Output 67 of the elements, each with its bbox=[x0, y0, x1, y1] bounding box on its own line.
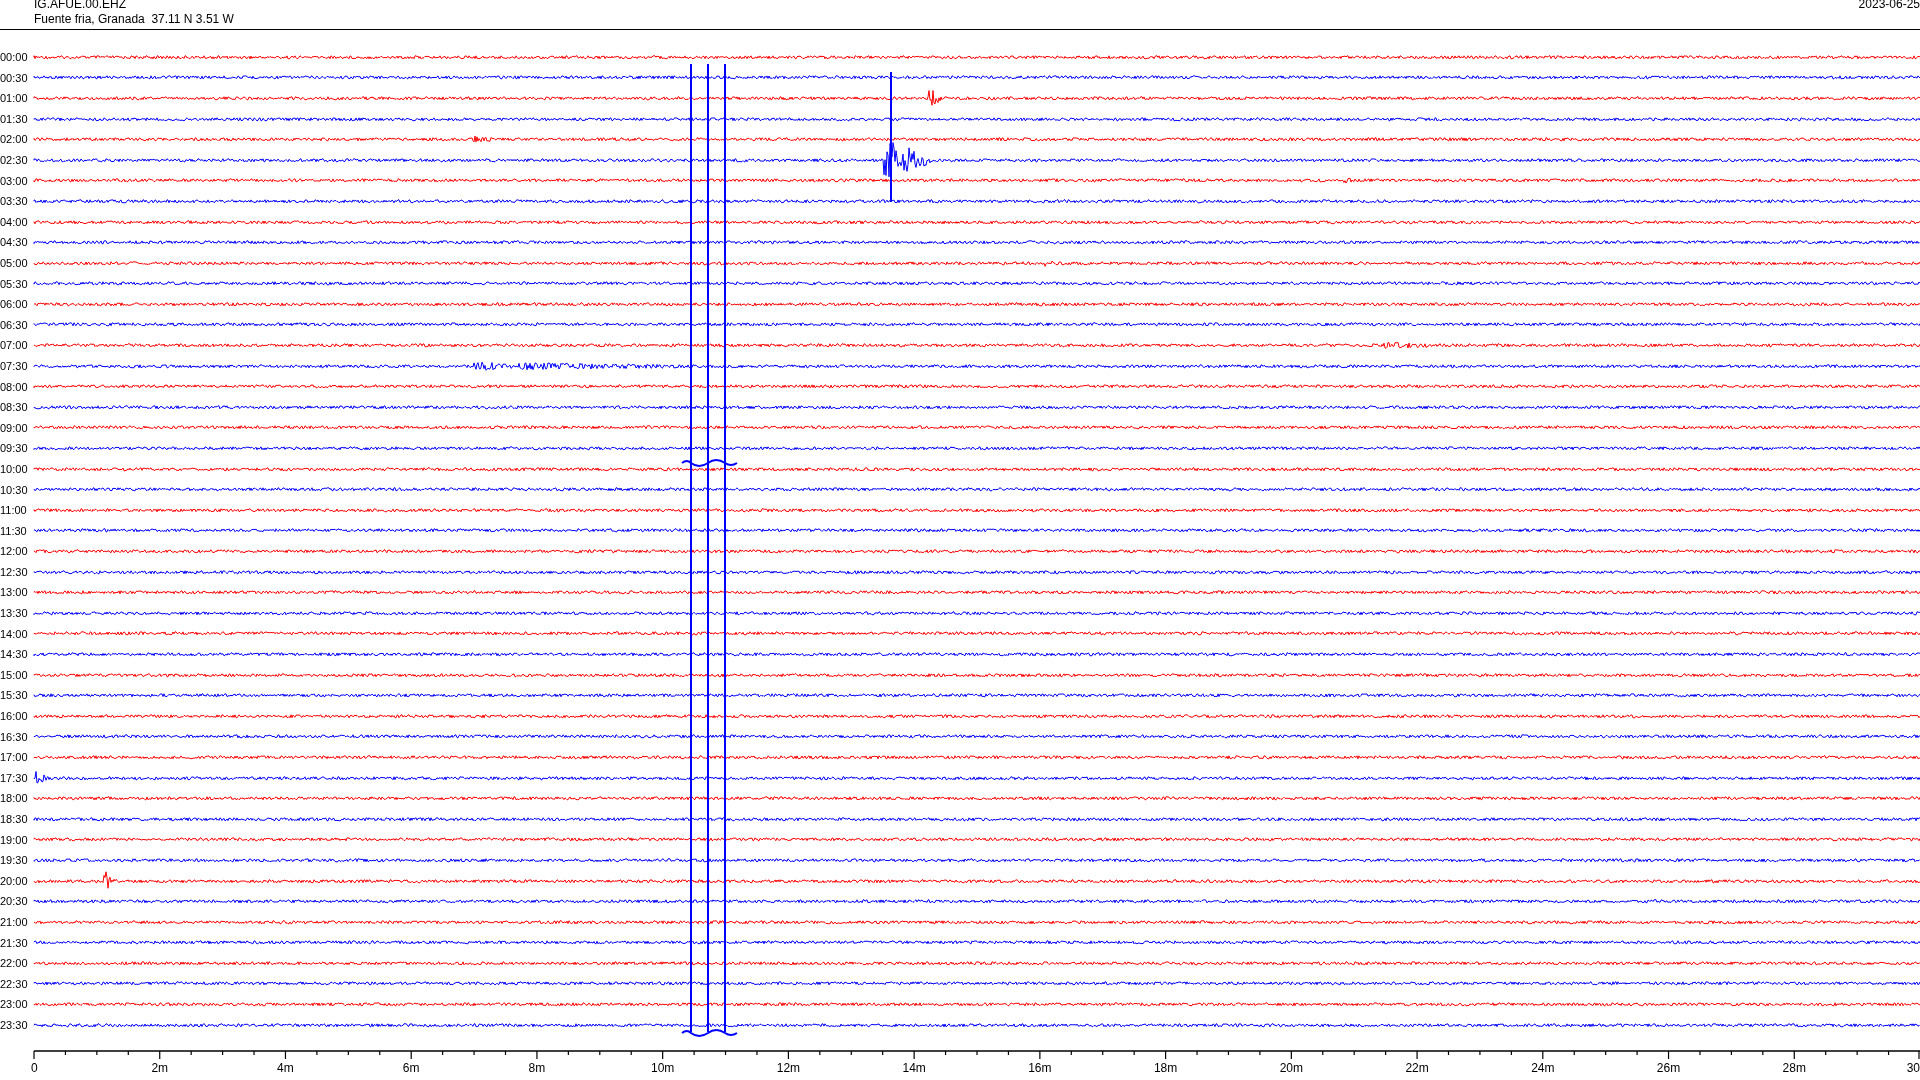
plot-date: 2023-06-25 bbox=[1858, 0, 1920, 13]
row-time-label: 04:30 bbox=[0, 236, 29, 249]
row-time-label: 23:00 bbox=[0, 998, 29, 1011]
row-time-label: 15:00 bbox=[0, 668, 29, 681]
axis-tick-label: 12m bbox=[776, 1061, 801, 1076]
axis-tick-label: 26m bbox=[1656, 1061, 1681, 1076]
row-time-label: 07:30 bbox=[0, 359, 29, 372]
axis-tick-label: 2m bbox=[151, 1061, 169, 1076]
row-time-label: 03:30 bbox=[0, 195, 29, 208]
row-time-label: 20:00 bbox=[0, 874, 29, 887]
axis-tick-label: 10m bbox=[651, 1061, 675, 1076]
axis-tick-label: 14m bbox=[902, 1061, 926, 1076]
row-time-label: 16:00 bbox=[0, 710, 29, 723]
row-time-label: 15:30 bbox=[0, 689, 29, 702]
row-time-label: 21:00 bbox=[0, 916, 29, 928]
row-time-label: 09:00 bbox=[0, 421, 29, 434]
row-time-label: 13:30 bbox=[0, 607, 29, 620]
row-time-label: 16:30 bbox=[0, 730, 29, 743]
row-time-label: 01:00 bbox=[0, 92, 29, 105]
row-time-label: 04:00 bbox=[0, 215, 29, 228]
axis-tick-label: 20m bbox=[1279, 1061, 1303, 1076]
station-location: Fuente fria, Granada 37.11 N 3.51 W bbox=[34, 12, 234, 27]
row-time-label: 05:00 bbox=[0, 257, 29, 269]
row-time-label: 22:00 bbox=[0, 957, 29, 970]
row-time-label: 13:00 bbox=[0, 586, 29, 599]
row-time-label: 19:30 bbox=[0, 854, 29, 867]
axis-tick-label: 0 bbox=[31, 1061, 38, 1076]
row-time-label: 07:00 bbox=[0, 339, 29, 352]
axis-tick-label: 18m bbox=[1153, 1061, 1178, 1076]
row-time-label: 11:30 bbox=[0, 524, 28, 537]
row-time-label: 08:30 bbox=[0, 401, 29, 414]
axis-tick-label: 4m bbox=[277, 1061, 294, 1076]
row-time-label: 09:30 bbox=[0, 442, 29, 455]
row-time-label: 20:30 bbox=[0, 895, 29, 908]
row-time-label: 03:00 bbox=[0, 174, 29, 187]
row-time-label: 19:00 bbox=[0, 833, 29, 846]
axis-tick-label: 8m bbox=[528, 1061, 546, 1076]
row-time-label: 14:30 bbox=[0, 648, 29, 661]
row-time-label: 23:30 bbox=[0, 1018, 29, 1031]
row-time-label: 18:00 bbox=[0, 792, 29, 805]
axis-tick-label: 24m bbox=[1531, 1061, 1555, 1076]
axis-tick-label: 30 bbox=[1906, 1061, 1920, 1076]
row-time-label: 21:30 bbox=[0, 936, 29, 949]
row-time-label: 08:00 bbox=[0, 380, 29, 393]
row-time-label: 00:00 bbox=[0, 51, 29, 64]
axis-tick-label: 16m bbox=[1028, 1061, 1052, 1076]
row-time-label: 22:30 bbox=[0, 977, 29, 990]
row-time-label: 18:30 bbox=[0, 813, 29, 825]
row-time-label: 17:30 bbox=[0, 771, 29, 784]
row-time-label: 00:30 bbox=[0, 71, 29, 84]
row-time-label: 06:00 bbox=[0, 298, 29, 311]
row-time-label: 17:00 bbox=[0, 751, 29, 764]
row-time-label: 12:00 bbox=[0, 545, 29, 558]
row-time-label: 01:30 bbox=[0, 112, 29, 125]
axis-tick-label: 28m bbox=[1782, 1061, 1806, 1076]
station-code: IG.AFUE.00.EHZ bbox=[34, 0, 128, 12]
row-time-label: 12:30 bbox=[0, 565, 29, 578]
axis-tick-label: 6m bbox=[402, 1061, 420, 1076]
row-time-label: 06:30 bbox=[0, 318, 29, 331]
row-time-label: 02:30 bbox=[0, 154, 29, 166]
row-time-label: 14:00 bbox=[0, 627, 29, 640]
row-time-label: 10:00 bbox=[0, 462, 29, 475]
row-time-label: 11:00 bbox=[0, 504, 28, 517]
row-time-label: 05:30 bbox=[0, 277, 29, 290]
axis-tick-label: 22m bbox=[1405, 1061, 1429, 1076]
row-time-label: 10:30 bbox=[0, 483, 29, 496]
row-time-label: 02:00 bbox=[0, 133, 29, 146]
